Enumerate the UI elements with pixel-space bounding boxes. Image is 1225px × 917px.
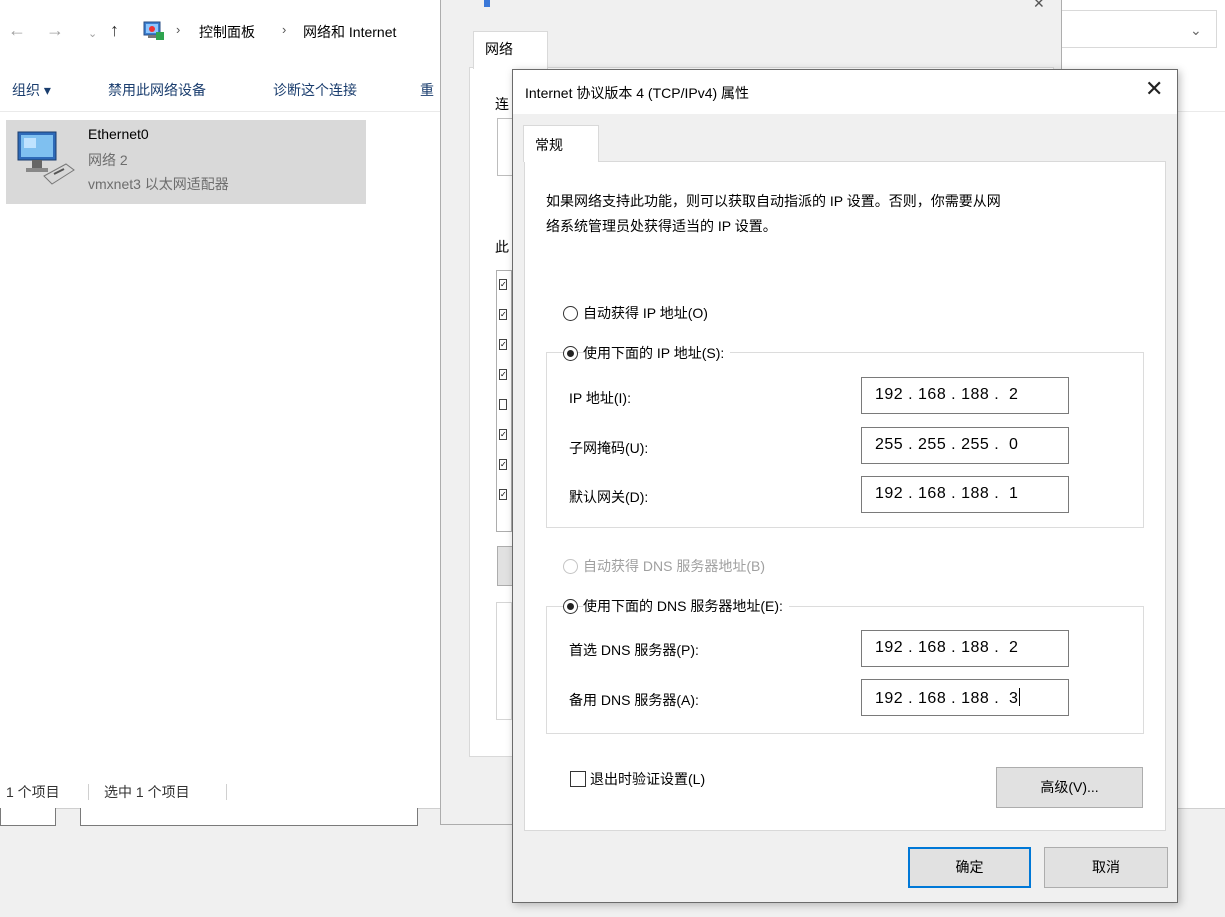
cancel-button[interactable]: 取消	[1044, 847, 1168, 888]
adapter-item-ethernet0[interactable]: Ethernet0 网络 2 vmxnet3 以太网适配器	[6, 120, 366, 204]
preferred-dns-field[interactable]: 192 . 168 . 188 . 2	[861, 630, 1069, 667]
component-list[interactable]: ✓ ✓ ✓ ✓ ✓ ✓ ✓	[496, 270, 512, 532]
diagnose-connection-button[interactable]: 诊断这个连接	[273, 80, 357, 100]
rename-button[interactable]: 重	[420, 80, 434, 100]
component-checkbox[interactable]	[499, 399, 507, 410]
component-checkbox[interactable]: ✓	[499, 489, 507, 500]
organize-menu[interactable]: 组织 ▾	[12, 80, 51, 100]
control-panel-icon	[143, 21, 164, 40]
network-adapter-icon	[17, 131, 75, 185]
dialog-title: Internet 协议版本 4 (TCP/IPv4) 属性	[525, 85, 750, 101]
auto-dns-label: 自动获得 DNS 服务器地址(B)	[583, 558, 765, 574]
status-divider	[226, 784, 227, 800]
taskbar-slot	[80, 808, 418, 826]
description-line-2: 络系统管理员处获得适当的 IP 设置。	[546, 218, 777, 234]
tab-general[interactable]: 常规	[523, 125, 599, 162]
adapter-network: 网络 2	[88, 152, 128, 168]
auto-dns-radio[interactable]	[563, 559, 578, 574]
component-checkbox[interactable]: ✓	[499, 429, 507, 440]
text-caret	[1019, 688, 1021, 706]
item-count: 1 个项目	[6, 784, 60, 800]
alternate-dns-label: 备用 DNS 服务器(A):	[569, 692, 699, 708]
breadcrumb-separator-icon: ›	[282, 22, 287, 37]
title-bar: Internet 协议版本 4 (TCP/IPv4) 属性 ✕	[513, 70, 1177, 114]
component-checkbox[interactable]: ✓	[499, 339, 507, 350]
chevron-down-icon[interactable]: ⌄	[1190, 22, 1202, 39]
breadcrumb-control-panel[interactable]: 控制面板	[199, 22, 255, 42]
component-checkbox[interactable]: ✓	[499, 369, 507, 380]
manual-dns-radio[interactable]	[563, 599, 578, 614]
tab-networking[interactable]: 网络	[473, 31, 548, 69]
up-arrow-icon[interactable]: ↑	[110, 20, 119, 40]
forward-arrow-icon[interactable]: →	[46, 20, 64, 40]
status-divider	[88, 784, 89, 800]
manual-ip-radio[interactable]	[563, 346, 578, 361]
subnet-mask-field[interactable]: 255 . 255 . 255 . 0	[861, 427, 1069, 464]
selected-count: 选中 1 个项目	[104, 784, 190, 800]
disable-device-button[interactable]: 禁用此网络设备	[108, 80, 206, 100]
subnet-mask-label: 子网掩码(U):	[569, 440, 649, 456]
description-group	[496, 602, 512, 720]
preferred-dns-label: 首选 DNS 服务器(P):	[569, 642, 699, 658]
auto-ip-label: 自动获得 IP 地址(O)	[583, 305, 708, 321]
adapter-name-box	[497, 118, 513, 176]
recent-dropdown-icon[interactable]: ⌄	[88, 24, 97, 44]
install-button[interactable]	[497, 546, 513, 586]
items-used-label: 此	[495, 239, 509, 255]
ipv4-properties-dialog: Internet 协议版本 4 (TCP/IPv4) 属性 ✕ 常规 如果网络支…	[512, 69, 1178, 903]
adapter-name: Ethernet0	[88, 126, 149, 142]
connect-using-label: 连	[495, 96, 509, 112]
alternate-dns-value: 192 . 168 . 188 . 3	[875, 690, 1019, 707]
validate-label: 退出时验证设置(L)	[590, 771, 706, 787]
validate-checkbox[interactable]	[570, 771, 586, 787]
component-checkbox[interactable]: ✓	[499, 309, 507, 320]
back-arrow-icon[interactable]: ←	[8, 20, 26, 40]
component-checkbox[interactable]: ✓	[499, 459, 507, 470]
ip-address-label: IP 地址(I):	[569, 390, 631, 406]
manual-ip-label: 使用下面的 IP 地址(S):	[583, 343, 731, 363]
manual-dns-label: 使用下面的 DNS 服务器地址(E):	[583, 596, 789, 616]
close-icon[interactable]: ✕	[1145, 78, 1163, 102]
taskbar-slot	[0, 808, 56, 826]
status-bar: 1 个项目 选中 1 个项目	[0, 782, 440, 804]
close-icon[interactable]: ✕	[1033, 0, 1045, 12]
auto-ip-radio[interactable]	[563, 306, 578, 321]
breadcrumb-separator-icon: ›	[176, 22, 181, 37]
breadcrumb-network-internet[interactable]: 网络和 Internet	[303, 22, 396, 42]
ip-address-field[interactable]: 192 . 168 . 188 . 2	[861, 377, 1069, 414]
component-checkbox[interactable]: ✓	[499, 279, 507, 290]
advanced-button[interactable]: 高级(V)...	[996, 767, 1143, 808]
adapter-device: vmxnet3 以太网适配器	[88, 176, 229, 192]
ok-button[interactable]: 确定	[908, 847, 1031, 888]
alternate-dns-field[interactable]: 192 . 168 . 188 . 3	[861, 679, 1069, 716]
network-icon	[484, 0, 490, 7]
description-line-1: 如果网络支持此功能，则可以获取自动指派的 IP 设置。否则，你需要从网	[546, 193, 1001, 209]
gateway-field[interactable]: 192 . 168 . 188 . 1	[861, 476, 1069, 513]
gateway-label: 默认网关(D):	[569, 489, 649, 505]
